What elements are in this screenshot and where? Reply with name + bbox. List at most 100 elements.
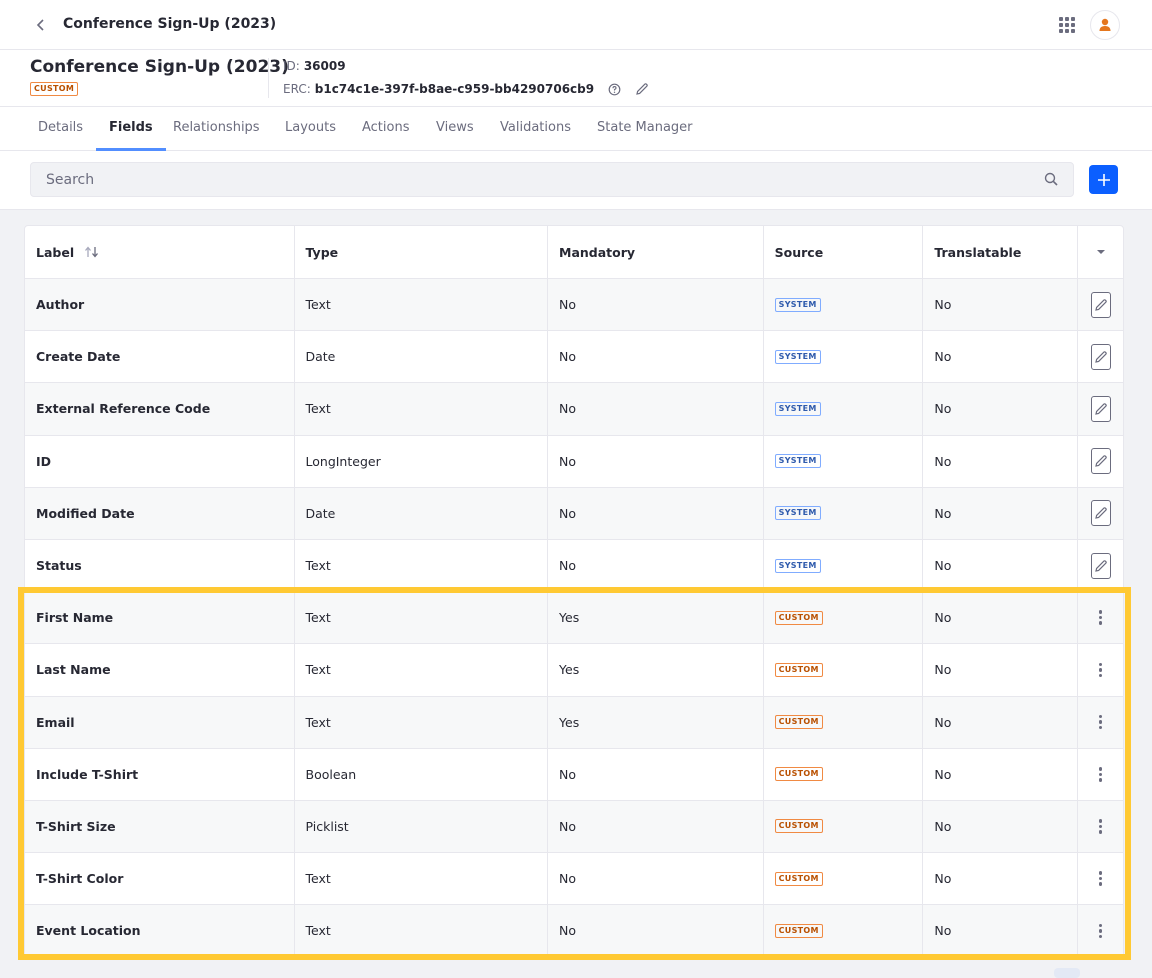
search-button[interactable] [1044,172,1059,191]
row-actions [1078,279,1123,330]
field-translatable: No [923,748,1079,800]
back-button[interactable] [30,14,52,36]
field-label: Modified Date [25,487,295,539]
object-source-badge: CUSTOM [30,82,79,96]
row-options-button[interactable] [1095,869,1107,888]
help-icon[interactable] [608,83,621,96]
ellipsis-vertical-icon [1098,923,1103,928]
field-mandatory: No [548,383,764,435]
table-body: Author Text No SYSTEM No Create Date Dat… [25,278,1123,957]
column-header-translatable: Translatable [923,226,1079,278]
ellipsis-vertical-icon [1098,714,1103,719]
source-badge: CUSTOM [774,767,823,782]
field-translatable: No [923,800,1079,853]
field-label: ID [25,435,295,487]
edit-field-button[interactable] [1090,500,1111,527]
field-type: LongInteger [295,435,549,487]
table-row[interactable]: Event Location Text No CUSTOM No [25,904,1123,957]
row-actions [1078,436,1123,487]
column-header-type: Type [295,226,549,278]
field-mandatory: No [548,800,764,853]
object-erc: ERC: b1c74c1e-397f-b8ae-c959-bb4290706cb9 [283,82,649,96]
source-badge: CUSTOM [774,819,823,834]
field-type: Text [295,853,549,905]
row-options-button[interactable] [1095,661,1107,680]
tab-validations[interactable]: Validations [500,107,571,151]
field-translatable: No [923,435,1079,487]
edit-field-button[interactable] [1090,552,1111,579]
field-type: Date [295,331,549,383]
field-translatable: No [923,279,1079,331]
ellipsis-vertical-icon [1098,767,1103,771]
table-row[interactable]: Include T-Shirt Boolean No CUSTOM No [25,747,1123,800]
erc-value: b1c74c1e-397f-b8ae-c959-bb4290706cb9 [314,82,595,96]
sort-button[interactable] [84,246,100,258]
field-source: CUSTOM [764,696,924,748]
source-badge: CUSTOM [774,715,823,730]
field-translatable: No [923,592,1079,644]
column-header-mandatory: Mandatory [548,226,764,278]
field-mandatory: No [548,748,764,800]
table-row[interactable]: Modified Date Date No SYSTEM No [25,486,1123,539]
row-options-button[interactable] [1095,765,1107,784]
field-label: T-Shirt Size [25,800,295,853]
field-label: Author [25,279,295,331]
tab-details[interactable]: Details [38,107,83,151]
edit-field-button[interactable] [1090,395,1111,422]
row-options-button[interactable] [1095,922,1107,941]
table-row[interactable]: Status Text No SYSTEM No [25,538,1123,592]
field-mandatory: No [548,435,764,487]
table-row[interactable]: External Reference Code Text No SYSTEM N… [25,382,1123,435]
row-options-button[interactable] [1095,713,1107,732]
table-row[interactable]: Create Date Date No SYSTEM No [25,330,1123,383]
tab-relationships[interactable]: Relationships [173,107,260,151]
source-badge: SYSTEM [774,454,821,469]
row-options-button[interactable] [1095,817,1107,836]
user-icon [1099,18,1111,31]
field-source: SYSTEM [764,435,924,487]
field-source: CUSTOM [764,644,924,696]
tab-actions[interactable]: Actions [362,107,410,151]
field-label: Include T-Shirt [25,748,295,800]
pencil-icon [1094,559,1107,572]
field-type: Text [295,905,549,957]
row-options-button[interactable] [1095,608,1107,627]
field-source: SYSTEM [764,279,924,331]
pencil-icon [1094,350,1107,363]
table-row[interactable]: T-Shirt Color Text No CUSTOM No [25,852,1123,905]
table-row[interactable]: Author Text No SYSTEM No [25,278,1123,331]
column-header-label: Label [25,226,295,278]
edit-field-button[interactable] [1090,448,1111,475]
field-type: Text [295,279,549,331]
top-bar: Conference Sign-Up (2023) [0,0,1152,50]
tab-fields[interactable]: Fields [96,107,166,151]
table-row[interactable]: T-Shirt Size Picklist No CUSTOM No [25,799,1123,853]
field-mandatory: No [548,539,764,592]
tab-state-manager[interactable]: State Manager [597,107,693,151]
field-source: CUSTOM [764,800,924,853]
field-type: Text [295,383,549,435]
tab-layouts[interactable]: Layouts [285,107,336,151]
table-row[interactable]: Email Text Yes CUSTOM No [25,695,1123,748]
edit-field-button[interactable] [1090,291,1111,318]
apps-menu-button[interactable] [1059,17,1075,33]
row-actions [1078,749,1123,800]
fields-table: Label Type Mandatory Source Translatable… [24,225,1124,958]
columns-menu-button[interactable] [1078,226,1123,278]
table-row[interactable]: Last Name Text Yes CUSTOM No [25,643,1123,696]
user-avatar-button[interactable] [1090,10,1120,40]
field-type: Text [295,696,549,748]
field-source: SYSTEM [764,383,924,435]
row-actions [1078,488,1123,539]
divider [268,58,269,98]
source-badge: SYSTEM [774,558,821,573]
tab-views[interactable]: Views [436,107,474,151]
add-field-button[interactable] [1089,165,1118,194]
edit-erc-button[interactable] [635,82,649,96]
search-input[interactable] [31,163,1073,196]
field-translatable: No [923,696,1079,748]
table-row[interactable]: ID LongInteger No SYSTEM No [25,434,1123,487]
table-row[interactable]: First Name Text Yes CUSTOM No [25,591,1123,644]
edit-field-button[interactable] [1090,343,1111,370]
field-label: Last Name [25,644,295,696]
